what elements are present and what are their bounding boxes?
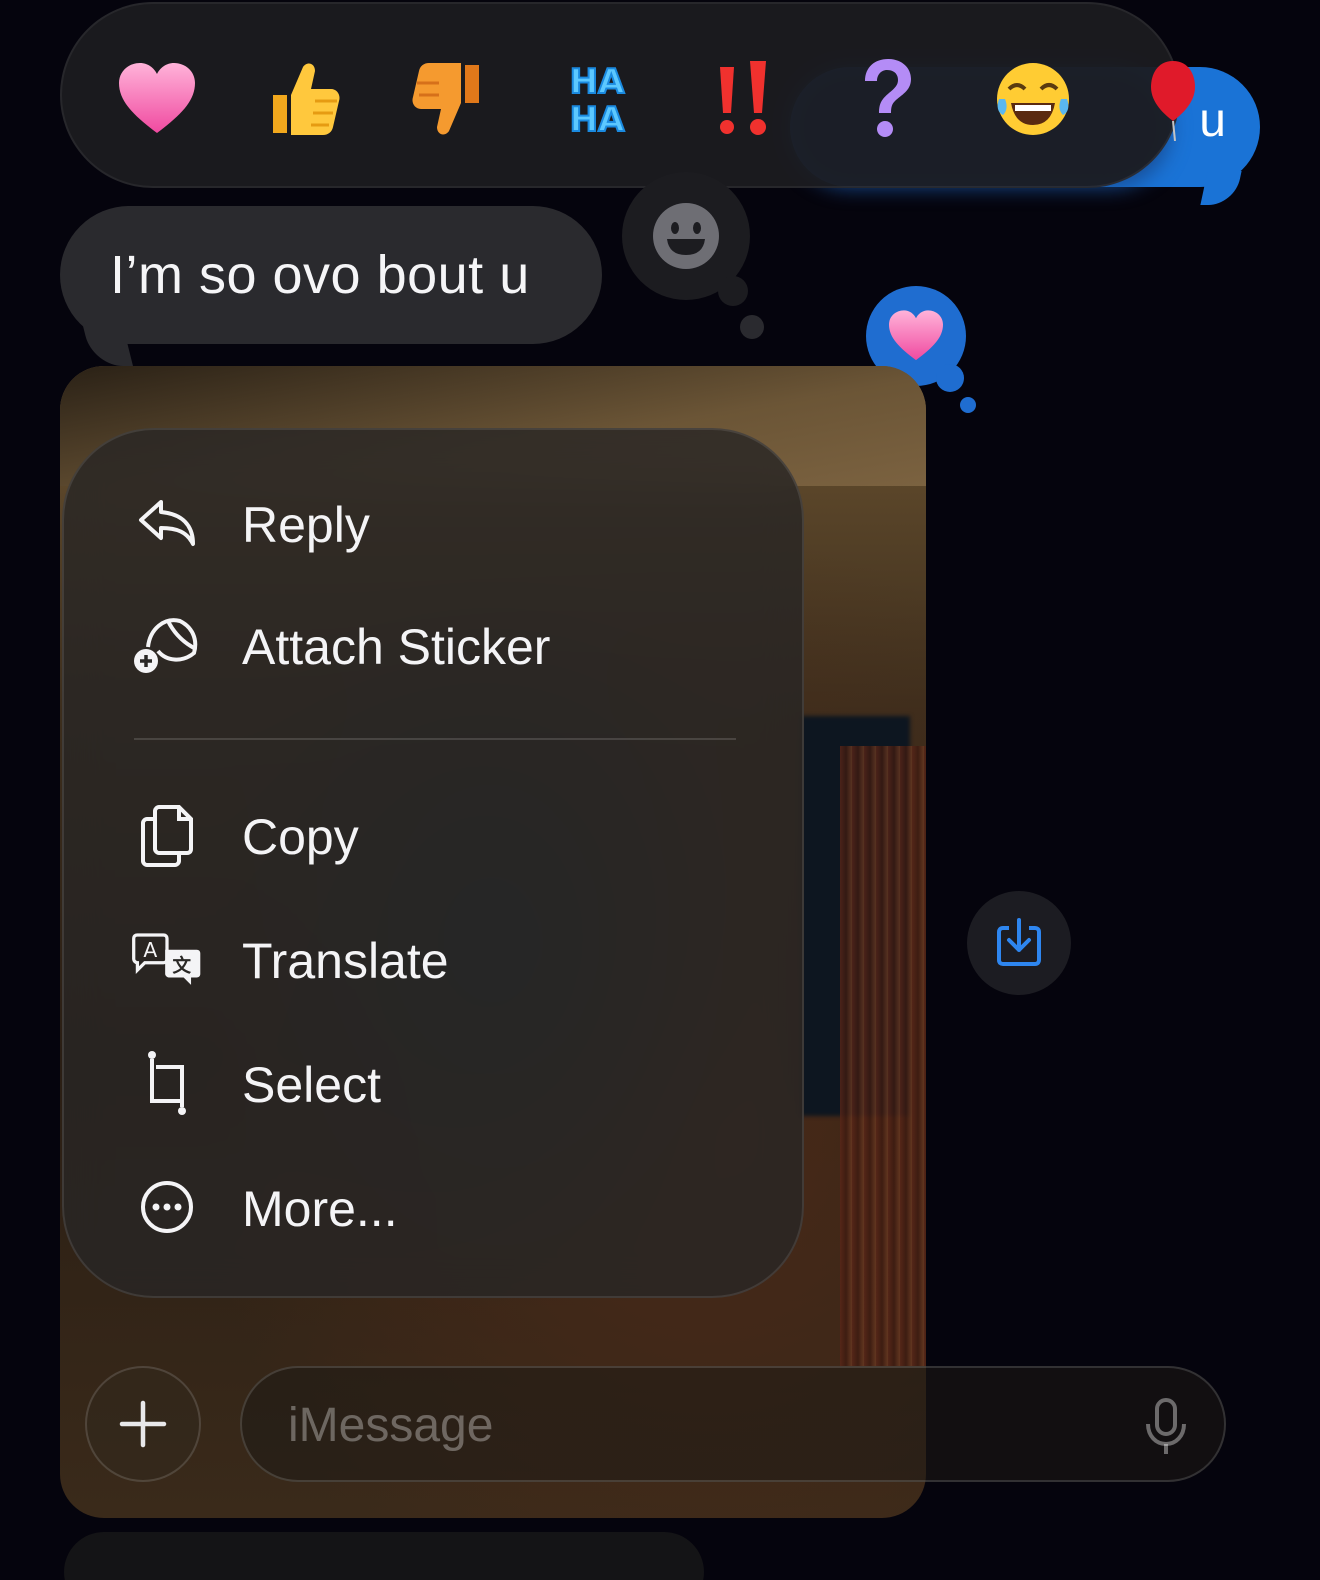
thumbs-down-icon (412, 63, 479, 135)
smiley-face-icon (653, 203, 719, 269)
tapback-reaction-bar: HA HA (60, 2, 1195, 188)
translate-icon: A 文 (130, 924, 204, 994)
tapback-heart[interactable] (112, 54, 202, 144)
haha-icon: HA HA (569, 61, 626, 141)
tapback-thumbs-up[interactable] (258, 54, 348, 144)
select-crop-icon (130, 1048, 204, 1118)
add-attachment-button[interactable] (85, 1366, 201, 1482)
imessage-placeholder: iMessage (288, 1399, 494, 1452)
menu-item-reply[interactable]: Reply (64, 468, 806, 578)
menu-item-label: Select (242, 1057, 381, 1113)
heart-badge-tail (936, 364, 964, 392)
menu-item-more[interactable]: More... (64, 1152, 806, 1262)
microphone-icon[interactable] (1144, 1398, 1188, 1456)
menu-item-select[interactable]: Select (64, 1028, 806, 1138)
svg-text:A: A (143, 938, 157, 962)
tapback-exclamation[interactable] (698, 54, 788, 144)
emoji-trigger-tail-dot (740, 315, 764, 339)
menu-divider (134, 738, 736, 740)
incoming-bubble-tail (83, 326, 133, 366)
emoji-picker-button[interactable] (622, 172, 750, 306)
messages-screen: u HA HA I’m so ovo bout u Reply Attach S… (0, 0, 1320, 1580)
tapback-haha[interactable]: HA HA (552, 54, 642, 144)
copy-icon (130, 800, 204, 870)
heart-icon (889, 310, 943, 361)
menu-item-label: Reply (242, 497, 370, 553)
reply-icon (130, 488, 204, 558)
menu-item-label: Attach Sticker (242, 619, 551, 675)
question-mark-icon (865, 59, 911, 137)
svg-text:HA: HA (570, 100, 625, 140)
menu-item-label: Copy (242, 809, 359, 865)
tapback-thumbs-down[interactable] (404, 54, 494, 144)
emoji-trigger-tail (718, 276, 748, 306)
red-balloon-icon (1151, 61, 1195, 141)
thumbs-up-icon (273, 63, 340, 135)
svg-text:HA: HA (570, 62, 625, 102)
incoming-message-text: I’m so ovo bout u (110, 245, 530, 305)
tapback-balloon[interactable] (1128, 54, 1218, 144)
outgoing-bubble-tail (1200, 171, 1242, 205)
menu-item-copy[interactable]: Copy (64, 780, 806, 890)
double-exclamation-icon (720, 61, 766, 135)
menu-item-translate[interactable]: A 文 Translate (64, 904, 806, 1014)
next-message-bubble (64, 1532, 704, 1580)
heart-icon (119, 63, 195, 133)
menu-item-label: More... (242, 1181, 398, 1237)
imessage-input[interactable]: iMessage (240, 1366, 1226, 1482)
tapback-question[interactable] (842, 54, 932, 144)
menu-item-label: Translate (242, 933, 449, 989)
tapback-laughing[interactable] (988, 54, 1078, 144)
plus-icon (119, 1400, 167, 1448)
incoming-message-bubble[interactable]: I’m so ovo bout u (60, 206, 602, 366)
heart-badge-dot (960, 397, 976, 413)
svg-text:文: 文 (173, 955, 192, 977)
more-ellipsis-icon (130, 1172, 204, 1242)
photo-rug (840, 746, 926, 1366)
message-context-menu: Reply Attach Sticker Copy A 文 Translate … (62, 428, 804, 1298)
save-photo-button[interactable] (967, 891, 1071, 995)
download-tray-icon (997, 918, 1041, 966)
laughing-emoji-icon (997, 63, 1069, 135)
sticker-add-icon (130, 610, 204, 680)
menu-item-attach-sticker[interactable]: Attach Sticker (64, 590, 806, 700)
